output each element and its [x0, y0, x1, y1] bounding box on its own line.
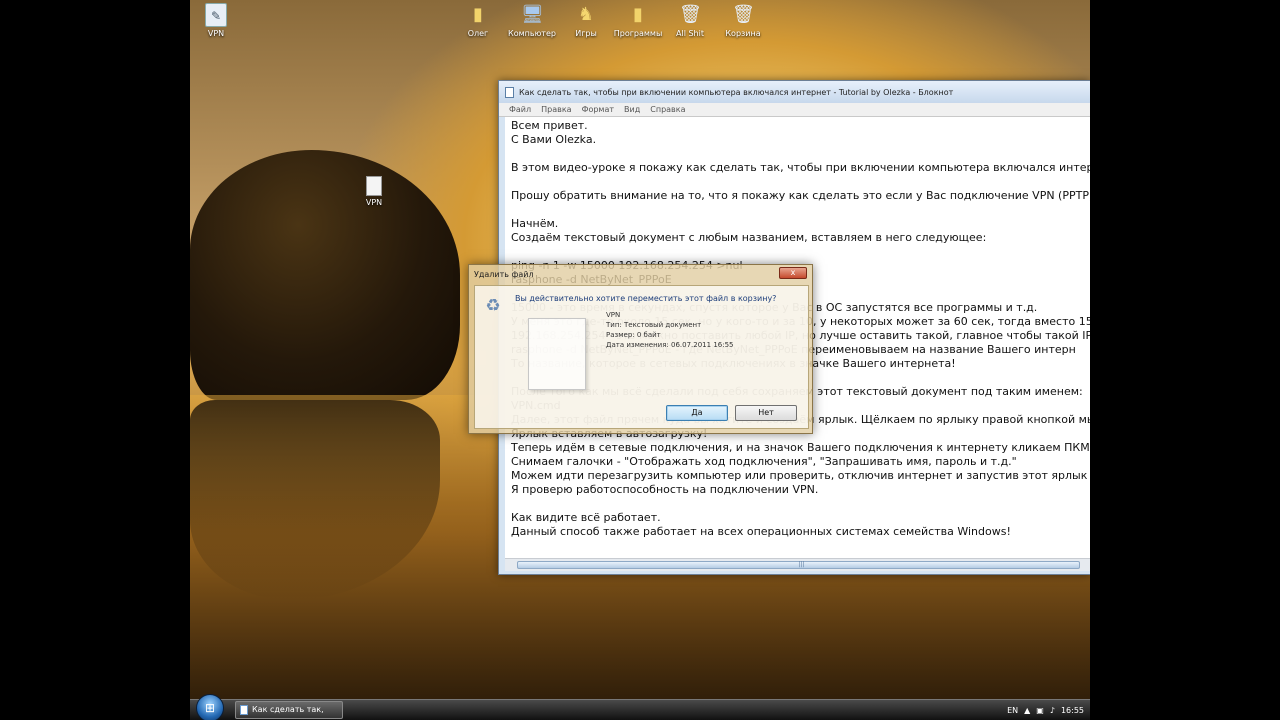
notepad-title: Как сделать так, чтобы при включении ком… — [519, 87, 954, 97]
file-name: VPN — [606, 311, 621, 319]
text-line: Прошу обратить внимание на то, что я пок… — [511, 189, 1090, 202]
yes-button[interactable]: Да — [666, 405, 728, 421]
system-tray: EN ▲ ▣ ♪ 16:55 — [1007, 700, 1084, 720]
dialog-title: Удалить файл — [474, 270, 534, 279]
text-line: Снимаем галочки - "Отображать ход подклю… — [511, 455, 1017, 468]
menu-format[interactable]: Формат — [582, 105, 614, 114]
grip-icon: ||| — [798, 561, 805, 568]
desktop-icon-recycle-bin[interactable]: 🗑 Корзина — [717, 3, 769, 38]
desktop-icon-programs[interactable]: ▮ Программы — [612, 3, 664, 38]
text-line: Создаём текстовый документ с любым назва… — [511, 231, 987, 244]
menu-view[interactable]: Вид — [624, 105, 640, 114]
text-line: С Вами Olezka. — [511, 133, 597, 146]
file-thumbnail — [528, 318, 586, 390]
start-button[interactable]: ⊞ — [196, 694, 224, 720]
file-type: Тип: Текстовый документ — [606, 321, 702, 329]
delete-file-dialog[interactable]: Удалить файл x ♻ Вы действительно хотите… — [468, 264, 813, 434]
menu-edit[interactable]: Правка — [541, 105, 571, 114]
notepad-icon — [505, 86, 514, 98]
text-line: Теперь идём в сетевые подключения, и на … — [511, 441, 1090, 454]
close-button[interactable]: x — [779, 267, 807, 279]
menu-file[interactable]: Файл — [509, 105, 531, 114]
desktop-icon-label: All Shit — [676, 29, 704, 38]
text-file-icon — [366, 176, 382, 196]
desktop-icon-games[interactable]: ♞ Игры — [560, 3, 612, 38]
text-line: Можем идти перезагрузить компьютер или п… — [511, 469, 1090, 482]
taskbar-item-notepad[interactable]: Как сделать так, чт... — [235, 701, 343, 719]
bin-icon: 🗑 — [679, 4, 702, 25]
desktop-icon-label: VPN — [365, 198, 383, 207]
notepad-menubar: Файл Правка Формат Вид Справка — [499, 103, 1090, 117]
desktop-icon-label: Программы — [613, 29, 663, 38]
folder-icon: ▮ — [633, 4, 643, 25]
text-line — [511, 497, 1084, 511]
notepad-icon — [240, 705, 248, 715]
desktop-icon-vpn-top[interactable]: ✎ VPN — [190, 3, 242, 38]
recycle-bin-icon: ♻ — [485, 296, 501, 316]
text-line: Как видите всё работает. — [511, 511, 661, 524]
desktop-icon-computer[interactable]: 🖥 Компьютер — [506, 3, 558, 38]
desktop-icon-label: Корзина — [725, 29, 761, 38]
arrow-up-icon[interactable]: ▲ — [1024, 706, 1030, 715]
dialog-body: ♻ Вы действительно хотите переместить эт… — [474, 285, 809, 429]
recycle-bin-icon: 🗑 — [732, 4, 755, 25]
text-line — [511, 175, 1084, 189]
desktop-icon-all-shit[interactable]: 🗑 All Shit — [664, 3, 716, 38]
volume-icon[interactable]: ♪ — [1050, 706, 1055, 715]
menu-help[interactable]: Справка — [650, 105, 685, 114]
text-line: Начнём. — [511, 217, 559, 230]
notepad-file-icon: ✎ — [205, 3, 227, 27]
taskbar-item-label: Как сделать так, чт... — [252, 705, 324, 714]
text-line — [511, 245, 1084, 259]
text-line: Всем привет. — [511, 119, 588, 132]
file-size: Размер: 0 байт — [606, 331, 661, 339]
desktop-wallpaper-rock — [190, 150, 460, 400]
desktop-icon-vpn-file[interactable]: VPN — [348, 176, 400, 207]
horizontal-scrollbar[interactable]: ||| — [505, 558, 1090, 571]
notepad-titlebar[interactable]: Как сделать так, чтобы при включении ком… — [499, 81, 1090, 103]
dialog-question: Вы действительно хотите переместить этот… — [515, 294, 777, 303]
no-button[interactable]: Нет — [735, 405, 797, 421]
desktop-icon-oleg[interactable]: ▮ Олег — [452, 3, 504, 38]
text-line — [511, 147, 1084, 161]
file-date: Дата изменения: 06.07.2011 16:55 — [606, 341, 734, 349]
desktop-icon-label: Компьютер — [508, 29, 556, 38]
language-indicator[interactable]: EN — [1007, 706, 1018, 715]
desktop-icon-label: VPN — [207, 29, 225, 38]
text-line: Я проверю работоспособность на подключен… — [511, 483, 819, 496]
desktop-icon-label: Игры — [575, 29, 597, 38]
computer-icon: 🖥 — [521, 4, 544, 25]
text-line: В этом видео-уроке я покажу как сделать … — [511, 161, 1090, 174]
user-folder-icon: ▮ — [473, 4, 483, 25]
text-line: Данный способ также работает на всех опе… — [511, 525, 1011, 538]
clock[interactable]: 16:55 — [1061, 706, 1084, 715]
desktop-icon-label: Олег — [467, 29, 489, 38]
games-icon: ♞ — [577, 4, 595, 25]
text-line — [511, 203, 1084, 217]
scrollbar-thumb[interactable]: ||| — [517, 561, 1080, 569]
network-icon[interactable]: ▣ — [1036, 706, 1044, 715]
taskbar: ⊞ Как сделать так, чт... EN ▲ ▣ ♪ 16:55 — [190, 694, 1090, 720]
file-info: VPN Тип: Текстовый документ Размер: 0 ба… — [606, 310, 734, 350]
